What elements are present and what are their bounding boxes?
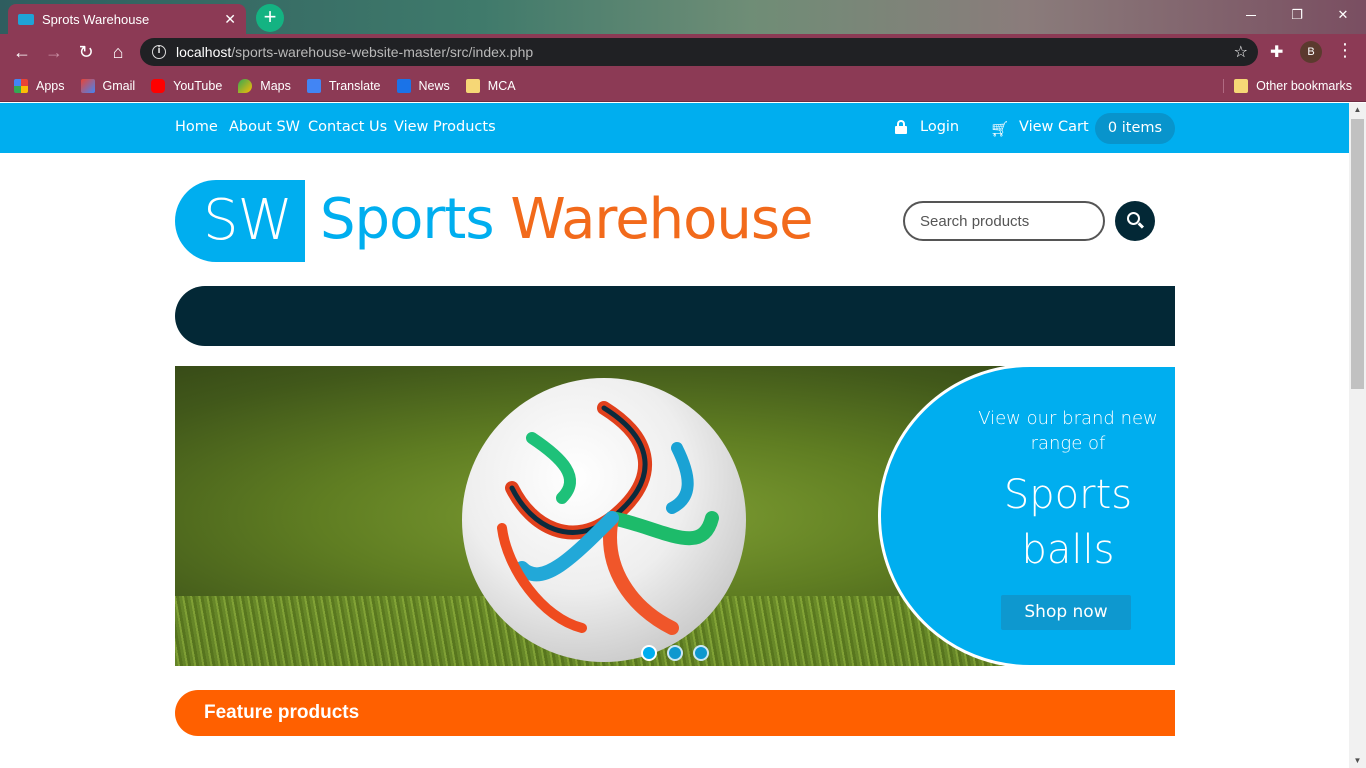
tab-title: Sprots Warehouse (42, 11, 150, 27)
scroll-up-arrow-icon[interactable]: ▲ (1349, 103, 1366, 117)
shopping-cart-icon: 🛒︎ (990, 121, 1010, 138)
site-navbar: Home About SW Contact Us View Products L… (0, 103, 1349, 153)
scroll-thumb[interactable] (1351, 119, 1364, 389)
restore-button[interactable]: ❐ (1274, 0, 1320, 30)
browser-toolbar: ← → ↻ ⌂ i localhost/sports-warehouse-web… (0, 34, 1366, 70)
news-icon (396, 78, 411, 93)
bookmark-other[interactable]: Other bookmarks (1223, 78, 1352, 93)
folder-icon (1234, 78, 1249, 93)
extensions-icon[interactable]: ✚ (1270, 42, 1283, 62)
bookmark-news[interactable]: News (396, 78, 450, 93)
bookmark-gmail[interactable]: Gmail (80, 78, 136, 93)
bookmark-label: MCA (487, 78, 516, 93)
scroll-down-arrow-icon[interactable]: ▼ (1349, 754, 1366, 768)
hero-carousel: View our brand new range of Sports balls… (175, 366, 1175, 666)
apps-icon (14, 78, 28, 93)
carousel-dot[interactable] (667, 645, 683, 661)
carousel-dot[interactable] (641, 645, 657, 661)
category-bar (175, 286, 1175, 346)
site-favicon-icon (18, 13, 34, 25)
logo-word-sports: Sports (320, 187, 495, 252)
bookmark-label: YouTube (173, 78, 223, 93)
promo-title: Sports balls (1003, 472, 1133, 573)
carousel-dots (641, 645, 719, 661)
gmail-icon (80, 78, 95, 93)
home-icon[interactable]: ⌂ (106, 40, 130, 64)
soccer-ball-image (462, 378, 746, 662)
bookmark-star-icon[interactable]: ☆ (1234, 42, 1248, 62)
page-scrollbar[interactable]: ▲ ▼ (1349, 103, 1366, 768)
bookmarks-bar: Apps Gmail YouTube Maps Translate News M… (0, 70, 1366, 102)
reload-icon[interactable]: ↻ (74, 40, 98, 64)
nav-link-products[interactable]: View Products (394, 119, 496, 135)
address-bar[interactable]: i localhost/sports-warehouse-website-mas… (140, 38, 1258, 66)
back-icon[interactable]: ← (10, 40, 34, 64)
cart-items-badge[interactable]: 0 items (1095, 113, 1175, 144)
window-controls: ❐ ✕ (1228, 0, 1366, 30)
search-button[interactable] (1115, 201, 1155, 241)
promo-subtitle: View our brand new range of (978, 408, 1158, 454)
bookmark-label: Maps (260, 78, 291, 93)
bookmark-mca[interactable]: MCA (465, 78, 516, 93)
url-path: /sports-warehouse-website-master/src/ind… (231, 44, 534, 60)
bookmark-label: Apps (36, 78, 65, 93)
bookmark-translate[interactable]: Translate (306, 78, 381, 93)
nav-link-login[interactable]: Login (920, 119, 959, 135)
close-tab-icon[interactable]: ✕ (224, 11, 236, 28)
close-window-button[interactable]: ✕ (1320, 0, 1366, 30)
page-viewport: Home About SW Contact Us View Products L… (0, 103, 1349, 768)
bookmark-label: Gmail (102, 78, 136, 93)
browser-tab-bar: Sprots Warehouse ✕ + ❐ ✕ (0, 0, 1366, 34)
lock-icon (895, 120, 907, 134)
logo-wordmark[interactable]: Sports Warehouse (320, 185, 814, 255)
nav-link-about[interactable]: About SW (229, 119, 300, 135)
site-info-icon[interactable]: i (152, 45, 166, 59)
browser-tab-active[interactable]: Sprots Warehouse ✕ (8, 4, 246, 34)
url-host: localhost (176, 44, 232, 60)
browser-menu-icon[interactable]: ⋮ (1336, 40, 1354, 61)
bookmark-youtube[interactable]: YouTube (151, 78, 223, 93)
carousel-dot[interactable] (693, 645, 709, 661)
translate-icon (306, 78, 321, 93)
bookmark-apps[interactable]: Apps (14, 78, 65, 93)
feature-products-heading: Feature products (175, 690, 1175, 736)
profile-avatar[interactable]: B (1300, 41, 1322, 63)
maps-icon (238, 78, 253, 93)
nav-link-home[interactable]: Home (175, 119, 218, 135)
minimize-button[interactable] (1228, 0, 1274, 30)
folder-icon (465, 78, 480, 93)
bookmark-label: Translate (328, 78, 381, 93)
nav-link-contact[interactable]: Contact Us (308, 119, 387, 135)
nav-link-view-cart[interactable]: View Cart (1019, 119, 1089, 135)
youtube-icon (151, 78, 166, 93)
logo-word-warehouse: Warehouse (510, 187, 813, 252)
bookmark-label: News (418, 78, 450, 93)
logo-badge[interactable]: SW (175, 180, 305, 262)
shop-now-button[interactable]: Shop now (1001, 595, 1131, 630)
search-input[interactable] (903, 201, 1105, 241)
new-tab-button[interactable]: + (256, 4, 284, 32)
bookmark-label: Other bookmarks (1256, 78, 1352, 93)
bookmark-maps[interactable]: Maps (238, 78, 291, 93)
forward-icon[interactable]: → (42, 40, 66, 64)
